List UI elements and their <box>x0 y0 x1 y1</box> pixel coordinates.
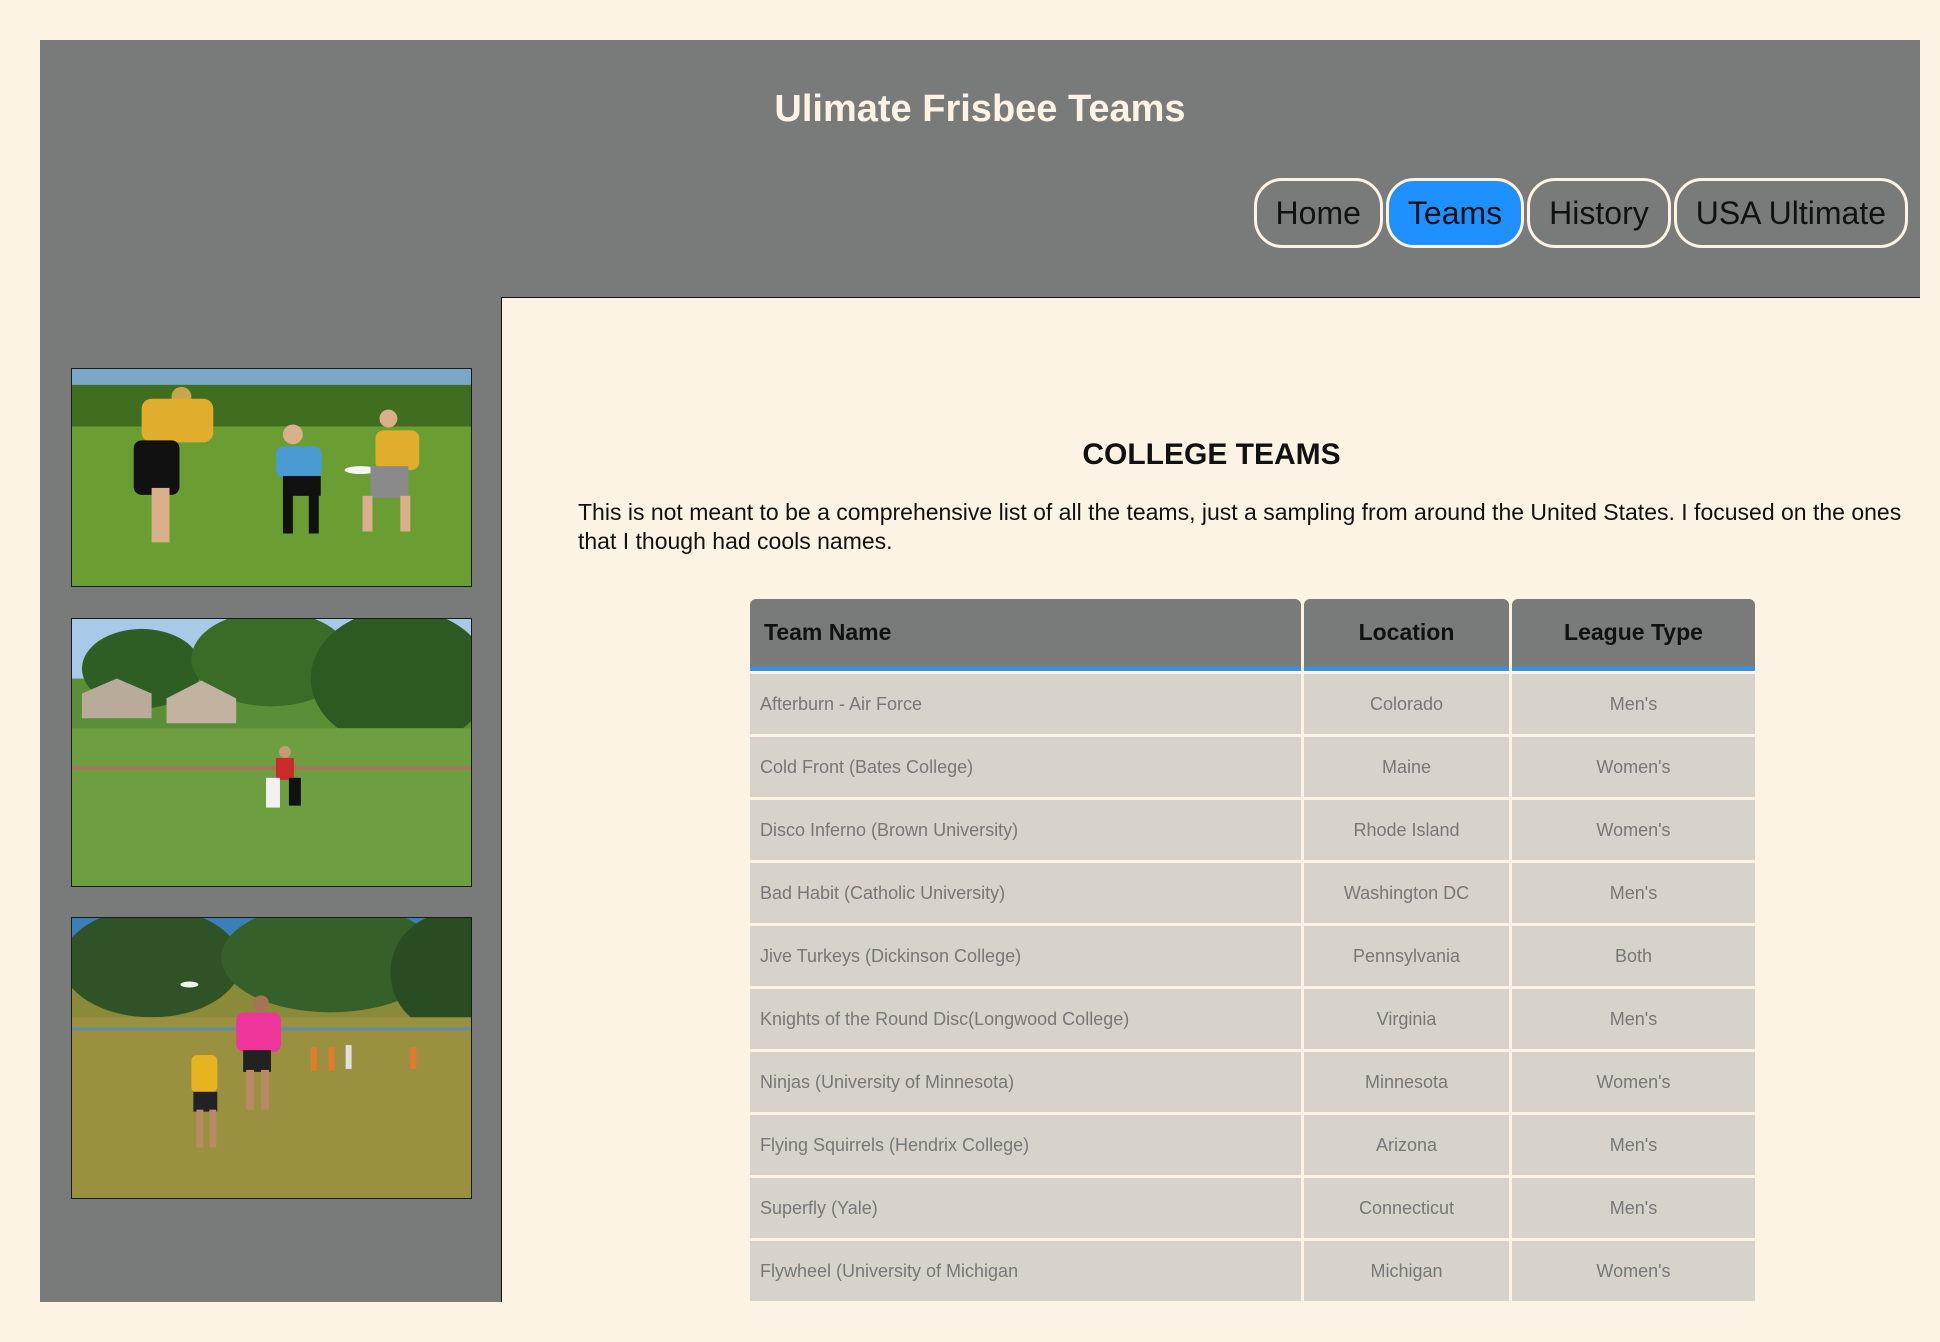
table-row: Flying Squirrels (Hendrix College) Arizo… <box>750 1115 1755 1175</box>
table-row: Cold Front (Bates College) Maine Women's <box>750 737 1755 797</box>
location-cell: Maine <box>1304 737 1509 797</box>
nav-home-button[interactable]: Home <box>1253 178 1383 248</box>
league-type-cell: Men's <box>1512 863 1755 923</box>
table-header-row: Team Name Location League Type <box>750 599 1755 671</box>
location-cell: Michigan <box>1304 1241 1509 1301</box>
league-type-cell: Both <box>1512 926 1755 986</box>
league-type-cell: Women's <box>1512 1052 1755 1112</box>
league-type-cell: Women's <box>1512 1241 1755 1301</box>
league-type-cell: Men's <box>1512 674 1755 734</box>
location-cell: Rhode Island <box>1304 800 1509 860</box>
table-row: Disco Inferno (Brown University) Rhode I… <box>750 800 1755 860</box>
league-type-cell: Men's <box>1512 1178 1755 1238</box>
column-header-team-name: Team Name <box>750 599 1301 671</box>
page-frame: Ulimate Frisbee Teams Home Teams History… <box>40 40 1920 1302</box>
league-type-cell: Men's <box>1512 989 1755 1049</box>
team-name-cell: Bad Habit (Catholic University) <box>750 863 1301 923</box>
main-content: COLLEGE TEAMS This is not meant to be a … <box>501 297 1920 1302</box>
table-row: Afterburn - Air Force Colorado Men's <box>750 674 1755 734</box>
table-row: Knights of the Round Disc(Longwood Colle… <box>750 989 1755 1049</box>
sidebar-photo-3 <box>71 917 472 1199</box>
team-name-cell: Cold Front (Bates College) <box>750 737 1301 797</box>
column-header-league-type: League Type <box>1512 599 1755 671</box>
nav-usa-ultimate-button[interactable]: USA Ultimate <box>1673 178 1908 248</box>
location-cell: Washington DC <box>1304 863 1509 923</box>
photo-sidebar <box>40 298 501 1302</box>
nav-history-button[interactable]: History <box>1527 178 1671 248</box>
league-type-cell: Women's <box>1512 800 1755 860</box>
location-cell: Pennsylvania <box>1304 926 1509 986</box>
team-name-cell: Flywheel (University of Michigan <box>750 1241 1301 1301</box>
team-name-cell: Jive Turkeys (Dickinson College) <box>750 926 1301 986</box>
section-heading: COLLEGE TEAMS <box>1082 438 1341 471</box>
table-row: Ninjas (University of Minnesota) Minneso… <box>750 1052 1755 1112</box>
location-cell: Virginia <box>1304 989 1509 1049</box>
team-name-cell: Afterburn - Air Force <box>750 674 1301 734</box>
table-row: Superfly (Yale) Connecticut Men's <box>750 1178 1755 1238</box>
teams-table: Team Name Location League Type Afterburn… <box>747 596 1758 1304</box>
location-cell: Arizona <box>1304 1115 1509 1175</box>
nav-teams-button[interactable]: Teams <box>1385 178 1525 248</box>
team-name-cell: Knights of the Round Disc(Longwood Colle… <box>750 989 1301 1049</box>
sidebar-photo-2 <box>71 618 472 887</box>
team-name-cell: Flying Squirrels (Hendrix College) <box>750 1115 1301 1175</box>
team-name-cell: Disco Inferno (Brown University) <box>750 800 1301 860</box>
column-header-location: Location <box>1304 599 1509 671</box>
team-name-cell: Ninjas (University of Minnesota) <box>750 1052 1301 1112</box>
site-title: Ulimate Frisbee Teams <box>774 88 1186 130</box>
league-type-cell: Women's <box>1512 737 1755 797</box>
table-row: Bad Habit (Catholic University) Washingt… <box>750 863 1755 923</box>
intro-paragraph: This is not meant to be a comprehensive … <box>578 499 1902 554</box>
location-cell: Minnesota <box>1304 1052 1509 1112</box>
sidebar-photo-1 <box>71 368 472 587</box>
main-nav: Home Teams History USA Ultimate <box>1253 178 1908 248</box>
league-type-cell: Men's <box>1512 1115 1755 1175</box>
team-name-cell: Superfly (Yale) <box>750 1178 1301 1238</box>
table-row: Flywheel (University of Michigan Michiga… <box>750 1241 1755 1301</box>
table-row: Jive Turkeys (Dickinson College) Pennsyl… <box>750 926 1755 986</box>
location-cell: Colorado <box>1304 674 1509 734</box>
location-cell: Connecticut <box>1304 1178 1509 1238</box>
